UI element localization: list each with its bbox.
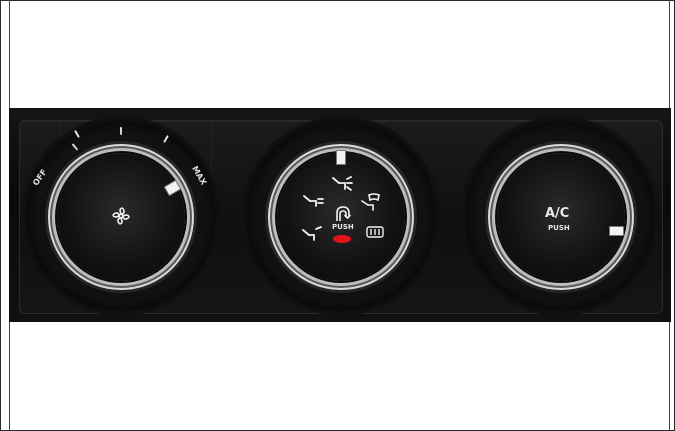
face-vent-icon — [303, 195, 324, 207]
ac-label: A/C — [545, 206, 570, 221]
ac-position-marker — [609, 226, 624, 236]
windshield-feet-icon — [361, 193, 380, 211]
mode-position-marker — [336, 150, 346, 165]
fan-icon — [112, 207, 130, 225]
mode-push-label: PUSH — [332, 223, 354, 231]
climate-control-panel: OFF MAX PUSH A/C PUSH — [9, 108, 671, 322]
rear-defrost-icon — [366, 226, 384, 238]
face-feet-vent-icon — [332, 176, 353, 191]
fan-tick — [120, 127, 122, 135]
ac-push-label: PUSH — [548, 224, 570, 232]
feet-vent-icon — [302, 226, 322, 241]
recirculation-icon — [336, 206, 352, 221]
mode-push-indicator-light — [333, 235, 351, 243]
